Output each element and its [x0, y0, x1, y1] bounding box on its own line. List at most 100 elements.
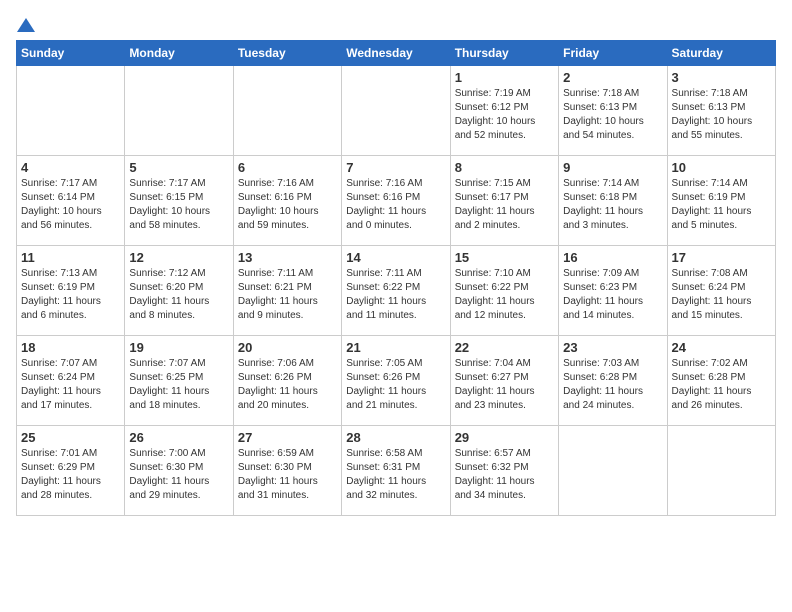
- calendar-cell: 4 Sunrise: 7:17 AM Sunset: 6:14 PM Daylig…: [17, 156, 125, 246]
- day-info: Sunrise: 7:07 AM Sunset: 6:24 PM Dayligh…: [21, 357, 120, 413]
- day-number: 5: [129, 160, 228, 175]
- calendar-cell: 26 Sunrise: 7:00 AM Sunset: 6:30 PM Dayli…: [125, 426, 233, 516]
- day-info: Sunrise: 7:06 AM Sunset: 6:26 PM Dayligh…: [238, 357, 337, 413]
- day-info: Sunrise: 7:12 AM Sunset: 6:20 PM Dayligh…: [129, 267, 228, 323]
- day-number: 10: [672, 160, 771, 175]
- calendar-cell: [125, 66, 233, 156]
- calendar-table: SundayMondayTuesdayWednesdayThursdayFrid…: [16, 40, 776, 516]
- header-saturday: Saturday: [667, 41, 775, 66]
- calendar-cell: 24 Sunrise: 7:02 AM Sunset: 6:28 PM Dayli…: [667, 336, 775, 426]
- day-number: 4: [21, 160, 120, 175]
- day-number: 9: [563, 160, 662, 175]
- calendar-cell: 7 Sunrise: 7:16 AM Sunset: 6:16 PM Daylig…: [342, 156, 450, 246]
- calendar-cell: 15Sunrise: 7:10 AM Sunset: 6:22 PM Dayli…: [450, 246, 558, 336]
- day-info: Sunrise: 7:05 AM Sunset: 6:26 PM Dayligh…: [346, 357, 445, 413]
- calendar-cell: 6 Sunrise: 7:16 AM Sunset: 6:16 PM Daylig…: [233, 156, 341, 246]
- day-info: Sunrise: 7:08 AM Sunset: 6:24 PM Dayligh…: [672, 267, 771, 323]
- calendar-cell: 9Sunrise: 7:14 AM Sunset: 6:18 PM Daylig…: [559, 156, 667, 246]
- header-monday: Monday: [125, 41, 233, 66]
- day-number: 11: [21, 250, 120, 265]
- header-friday: Friday: [559, 41, 667, 66]
- calendar-cell: 27 Sunrise: 6:59 AM Sunset: 6:30 PM Dayli…: [233, 426, 341, 516]
- day-info: Sunrise: 7:00 AM Sunset: 6:30 PM Dayligh…: [129, 447, 228, 503]
- day-number: 28: [346, 430, 445, 445]
- day-number: 6: [238, 160, 337, 175]
- day-info: Sunrise: 7:14 AM Sunset: 6:19 PM Dayligh…: [672, 177, 771, 233]
- calendar-cell: 2Sunrise: 7:18 AM Sunset: 6:13 PM Daylig…: [559, 66, 667, 156]
- calendar-cell: 20 Sunrise: 7:06 AM Sunset: 6:26 PM Dayli…: [233, 336, 341, 426]
- day-number: 18: [21, 340, 120, 355]
- calendar-cell: 23 Sunrise: 7:03 AM Sunset: 6:28 PM Dayli…: [559, 336, 667, 426]
- day-number: 27: [238, 430, 337, 445]
- header-thursday: Thursday: [450, 41, 558, 66]
- calendar-week-row: 11 Sunrise: 7:13 AM Sunset: 6:19 PM Dayli…: [17, 246, 776, 336]
- day-info: Sunrise: 7:16 AM Sunset: 6:16 PM Dayligh…: [346, 177, 445, 233]
- day-number: 12: [129, 250, 228, 265]
- day-number: 17: [672, 250, 771, 265]
- calendar-cell: 17 Sunrise: 7:08 AM Sunset: 6:24 PM Dayli…: [667, 246, 775, 336]
- calendar-cell: [233, 66, 341, 156]
- day-number: 22: [455, 340, 554, 355]
- calendar-cell: 8 Sunrise: 7:15 AM Sunset: 6:17 PM Daylig…: [450, 156, 558, 246]
- day-info: Sunrise: 7:16 AM Sunset: 6:16 PM Dayligh…: [238, 177, 337, 233]
- day-number: 25: [21, 430, 120, 445]
- day-number: 21: [346, 340, 445, 355]
- calendar-cell: 28 Sunrise: 6:58 AM Sunset: 6:31 PM Dayli…: [342, 426, 450, 516]
- calendar-cell: 19 Sunrise: 7:07 AM Sunset: 6:25 PM Dayli…: [125, 336, 233, 426]
- day-info: Sunrise: 7:01 AM Sunset: 6:29 PM Dayligh…: [21, 447, 120, 503]
- day-number: 1: [455, 70, 554, 85]
- day-info: Sunrise: 7:10 AM Sunset: 6:22 PM Dayligh…: [455, 267, 554, 323]
- calendar-cell: [342, 66, 450, 156]
- calendar-cell: 18 Sunrise: 7:07 AM Sunset: 6:24 PM Dayli…: [17, 336, 125, 426]
- day-number: 20: [238, 340, 337, 355]
- header-sunday: Sunday: [17, 41, 125, 66]
- day-number: 2: [563, 70, 662, 85]
- day-info: Sunrise: 6:57 AM Sunset: 6:32 PM Dayligh…: [455, 447, 554, 503]
- calendar-cell: 1 Sunrise: 7:19 AM Sunset: 6:12 PM Daylig…: [450, 66, 558, 156]
- day-number: 8: [455, 160, 554, 175]
- day-number: 24: [672, 340, 771, 355]
- calendar-cell: 3 Sunrise: 7:18 AM Sunset: 6:13 PM Daylig…: [667, 66, 775, 156]
- page-header: [16, 16, 776, 30]
- day-info: Sunrise: 7:09 AM Sunset: 6:23 PM Dayligh…: [563, 267, 662, 323]
- day-info: Sunrise: 7:11 AM Sunset: 6:22 PM Dayligh…: [346, 267, 445, 323]
- logo: [16, 16, 36, 30]
- calendar-header-row: SundayMondayTuesdayWednesdayThursdayFrid…: [17, 41, 776, 66]
- calendar-cell: 13 Sunrise: 7:11 AM Sunset: 6:21 PM Dayli…: [233, 246, 341, 336]
- day-info: Sunrise: 7:18 AM Sunset: 6:13 PM Dayligh…: [672, 87, 771, 143]
- calendar-cell: 10 Sunrise: 7:14 AM Sunset: 6:19 PM Dayli…: [667, 156, 775, 246]
- calendar-cell: 14 Sunrise: 7:11 AM Sunset: 6:22 PM Dayli…: [342, 246, 450, 336]
- day-info: Sunrise: 7:03 AM Sunset: 6:28 PM Dayligh…: [563, 357, 662, 413]
- day-info: Sunrise: 7:19 AM Sunset: 6:12 PM Dayligh…: [455, 87, 554, 143]
- calendar-cell: [17, 66, 125, 156]
- day-info: Sunrise: 6:59 AM Sunset: 6:30 PM Dayligh…: [238, 447, 337, 503]
- day-info: Sunrise: 6:58 AM Sunset: 6:31 PM Dayligh…: [346, 447, 445, 503]
- day-number: 16: [563, 250, 662, 265]
- day-number: 14: [346, 250, 445, 265]
- calendar-cell: 11 Sunrise: 7:13 AM Sunset: 6:19 PM Dayli…: [17, 246, 125, 336]
- day-info: Sunrise: 7:17 AM Sunset: 6:14 PM Dayligh…: [21, 177, 120, 233]
- day-number: 3: [672, 70, 771, 85]
- day-info: Sunrise: 7:13 AM Sunset: 6:19 PM Dayligh…: [21, 267, 120, 323]
- calendar-week-row: 18 Sunrise: 7:07 AM Sunset: 6:24 PM Dayli…: [17, 336, 776, 426]
- day-info: Sunrise: 7:11 AM Sunset: 6:21 PM Dayligh…: [238, 267, 337, 323]
- day-info: Sunrise: 7:15 AM Sunset: 6:17 PM Dayligh…: [455, 177, 554, 233]
- calendar-cell: 16 Sunrise: 7:09 AM Sunset: 6:23 PM Dayli…: [559, 246, 667, 336]
- header-wednesday: Wednesday: [342, 41, 450, 66]
- day-number: 29: [455, 430, 554, 445]
- day-number: 13: [238, 250, 337, 265]
- day-number: 7: [346, 160, 445, 175]
- calendar-cell: 21 Sunrise: 7:05 AM Sunset: 6:26 PM Dayli…: [342, 336, 450, 426]
- day-info: Sunrise: 7:02 AM Sunset: 6:28 PM Dayligh…: [672, 357, 771, 413]
- day-info: Sunrise: 7:07 AM Sunset: 6:25 PM Dayligh…: [129, 357, 228, 413]
- day-info: Sunrise: 7:04 AM Sunset: 6:27 PM Dayligh…: [455, 357, 554, 413]
- day-number: 26: [129, 430, 228, 445]
- calendar-cell: [667, 426, 775, 516]
- calendar-cell: [559, 426, 667, 516]
- day-number: 23: [563, 340, 662, 355]
- logo-icon: [17, 16, 35, 34]
- calendar-week-row: 1 Sunrise: 7:19 AM Sunset: 6:12 PM Daylig…: [17, 66, 776, 156]
- day-number: 19: [129, 340, 228, 355]
- calendar-cell: 25 Sunrise: 7:01 AM Sunset: 6:29 PM Dayli…: [17, 426, 125, 516]
- calendar-cell: 29 Sunrise: 6:57 AM Sunset: 6:32 PM Dayli…: [450, 426, 558, 516]
